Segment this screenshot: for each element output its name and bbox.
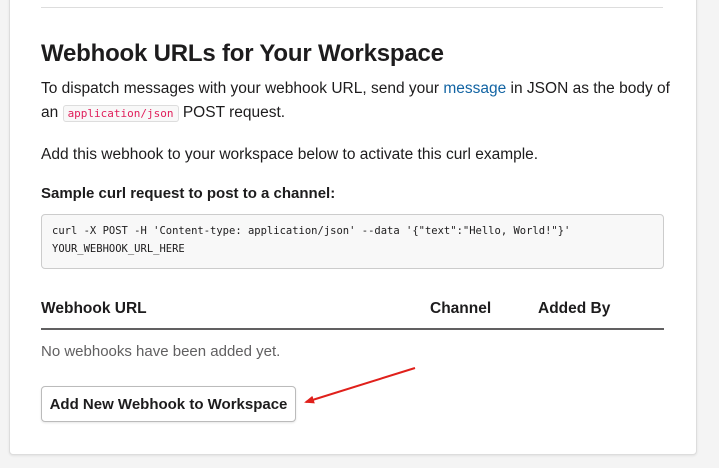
intro-text: To dispatch messages with your webhook U… [41, 77, 671, 126]
page-title: Webhook URLs for Your Workspace [41, 40, 444, 67]
activate-note: Add this webhook to your workspace below… [41, 146, 539, 163]
column-header-channel: Channel [430, 300, 492, 317]
webhook-table-header: Webhook URL Channel Added By [41, 297, 664, 330]
divider [41, 7, 663, 8]
content-type-code: application/json [62, 105, 179, 122]
column-header-added-by: Added By [538, 300, 611, 317]
add-webhook-button[interactable]: Add New Webhook to Workspace [41, 386, 296, 422]
curl-line: curl -X POST -H 'Content-type: applicati… [52, 225, 571, 237]
empty-table-message: No webhooks have been added yet. [41, 343, 281, 360]
column-header-webhook-url: Webhook URL [41, 300, 147, 317]
message-link[interactable]: message [443, 80, 506, 97]
curl-line: YOUR_WEBHOOK_URL_HERE [52, 243, 185, 255]
sample-curl-label: Sample curl request to post to a channel… [41, 185, 336, 202]
intro-text-part: To dispatch messages with your webhook U… [41, 80, 444, 97]
curl-code-block[interactable]: curl -X POST -H 'Content-type: applicati… [41, 214, 664, 269]
intro-text-part: POST request. [178, 104, 286, 121]
